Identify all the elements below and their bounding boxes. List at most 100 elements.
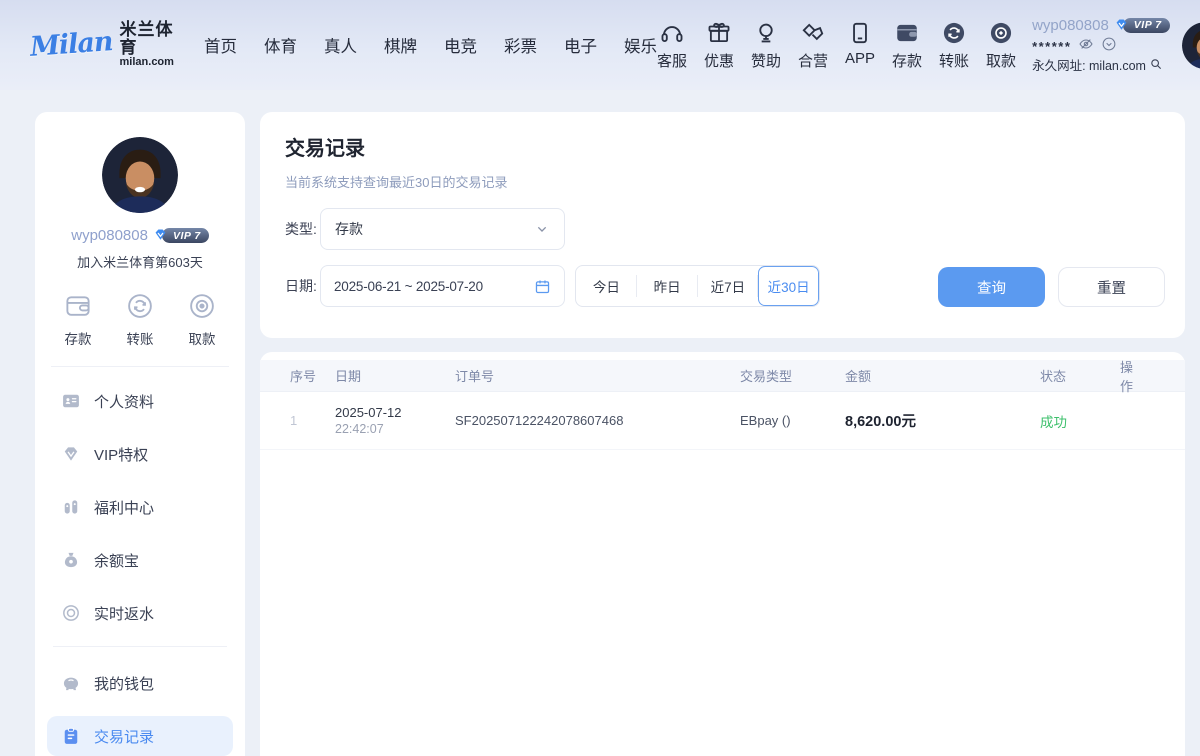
avatar[interactable] — [102, 137, 178, 213]
benefits-icon — [61, 497, 81, 517]
sidebar-item-benefits[interactable]: 福利中心 — [47, 487, 233, 527]
calendar-icon — [534, 278, 551, 295]
type-select-value: 存款 — [335, 219, 534, 239]
vip-gem-icon — [152, 227, 169, 244]
headset-icon — [659, 20, 685, 46]
row-order-number: SF202507122242078607468 — [455, 413, 740, 428]
transfer-filled-icon — [941, 20, 967, 46]
nav-item-home[interactable]: 首页 — [204, 33, 237, 57]
row-transaction-type: EBpay () — [740, 413, 845, 428]
withdraw-icon — [187, 291, 217, 321]
brand-domain: milan.com — [120, 57, 174, 69]
range-30days-button[interactable]: 近30日 — [758, 266, 819, 306]
medal-icon — [753, 20, 779, 46]
deposit-button[interactable]: 存款 — [892, 20, 922, 71]
date-quick-ranges: 今日 昨日 近7日 近30日 — [575, 265, 820, 307]
id-card-icon — [61, 391, 81, 411]
vip-level-label: VIP 7 — [1123, 18, 1170, 33]
rebate-icon — [61, 603, 81, 623]
sidebar-menu: 个人资料 VIP特权 福利中心 余额宝 实时返水 — [35, 367, 245, 756]
search-button[interactable]: 查询 — [938, 267, 1045, 307]
table-header-row: 序号 日期 订单号 交易类型 金额 状态 操作 — [260, 360, 1185, 392]
header-quick-links: 客服 优惠 赞助 合营 APP — [657, 20, 1016, 71]
type-label: 类型: — [285, 208, 317, 250]
sidebar-item-rebate[interactable]: 实时返水 — [47, 593, 233, 633]
row-amount: 8,620.00元 — [845, 410, 1040, 431]
withdraw-button[interactable]: 取款 — [986, 20, 1016, 71]
money-bag-icon — [61, 550, 81, 570]
nav-item-entertainment[interactable]: 娱乐 — [624, 33, 657, 57]
nav-item-lottery[interactable]: 彩票 — [504, 33, 537, 57]
profile-sidebar: wyp080808 VIP 7 加入米兰体育第603天 存款 转账 取款 — [35, 112, 245, 756]
nav-item-esports[interactable]: 电竞 — [444, 33, 477, 57]
app-download-button[interactable]: APP — [845, 20, 875, 67]
handshake-icon — [800, 20, 826, 46]
header-username[interactable]: wyp080808 — [1032, 17, 1109, 34]
transfer-button[interactable]: 转账 — [125, 291, 155, 348]
nav-item-cards[interactable]: 棋牌 — [384, 33, 417, 57]
vip-level-label: VIP 7 — [162, 228, 209, 243]
range-7days-button[interactable]: 近7日 — [698, 266, 759, 306]
transfer-icon — [125, 291, 155, 321]
filter-panel: 交易记录 当前系统支持查询最近30日的交易记录 类型: 存款 日期: 2025-… — [260, 112, 1185, 338]
col-header-action: 操作 — [1120, 357, 1145, 395]
date-label: 日期: — [285, 265, 317, 307]
nav-item-sports[interactable]: 体育 — [264, 33, 297, 57]
wallet-quick-actions: 存款 转账 取款 — [35, 271, 245, 366]
wallet-filled-icon — [894, 20, 920, 46]
vip-gem-icon — [1113, 17, 1130, 34]
nav-item-slots[interactable]: 电子 — [564, 33, 597, 57]
eye-off-icon[interactable] — [1078, 36, 1094, 52]
gem-icon — [61, 444, 81, 464]
row-date: 2025-07-12 — [335, 405, 455, 420]
logo-script: Milan — [29, 27, 113, 64]
range-yesterday-button[interactable]: 昨日 — [637, 266, 698, 306]
deposit-button[interactable]: 存款 — [63, 291, 93, 348]
sponsorship-button[interactable]: 赞助 — [751, 20, 781, 71]
phone-icon — [847, 20, 873, 46]
wallet-icon — [63, 291, 93, 321]
sidebar-item-profile[interactable]: 个人资料 — [47, 381, 233, 421]
brand-logo[interactable]: Milan 米兰体育 milan.com — [30, 21, 174, 68]
row-status: 成功 — [1040, 411, 1120, 431]
nav-item-live[interactable]: 真人 — [324, 33, 357, 57]
transfer-button[interactable]: 转账 — [939, 20, 969, 71]
range-today-button[interactable]: 今日 — [576, 266, 637, 306]
sidebar-item-wallet[interactable]: 我的钱包 — [47, 663, 233, 703]
col-header-amount: 金额 — [845, 366, 1040, 385]
sidebar-item-yuebao[interactable]: 余额宝 — [47, 540, 233, 580]
row-time: 22:42:07 — [335, 422, 455, 436]
row-seq: 1 — [290, 413, 335, 428]
date-range-input[interactable]: 2025-06-21 ~ 2025-07-20 — [320, 265, 565, 307]
divider — [53, 646, 227, 647]
user-info-block: wyp080808 VIP 7 ****** 永久网址: milan.com — [1032, 17, 1170, 74]
reset-button[interactable]: 重置 — [1058, 267, 1165, 307]
sidebar-username: wyp080808 — [71, 227, 148, 244]
col-header-seq: 序号 — [290, 366, 335, 385]
sidebar-item-transactions[interactable]: 交易记录 — [47, 716, 233, 756]
partnership-button[interactable]: 合营 — [798, 20, 828, 71]
clipboard-icon — [61, 726, 81, 746]
chevron-circle-icon[interactable] — [1101, 36, 1117, 52]
gift-icon — [706, 20, 732, 46]
type-select[interactable]: 存款 — [320, 208, 565, 250]
avatar[interactable] — [1182, 22, 1200, 69]
join-days-label: 加入米兰体育第603天 — [35, 252, 245, 271]
table-row: 1 2025-07-12 22:42:07 SF2025071222420786… — [260, 392, 1185, 450]
top-header: Milan 米兰体育 milan.com 首页 体育 真人 棋牌 电竞 彩票 电… — [0, 0, 1200, 90]
brand-name: 米兰体育 — [120, 21, 174, 57]
page-subtitle: 当前系统支持查询最近30日的交易记录 — [285, 172, 507, 191]
col-header-date: 日期 — [335, 366, 455, 385]
col-header-type: 交易类型 — [740, 366, 845, 385]
piggy-bank-icon — [61, 673, 81, 693]
transactions-table-panel: 序号 日期 订单号 交易类型 金额 状态 操作 1 2025-07-12 22:… — [260, 352, 1185, 756]
date-range-value: 2025-06-21 ~ 2025-07-20 — [334, 279, 534, 294]
customer-service-button[interactable]: 客服 — [657, 20, 687, 71]
vip-badge[interactable]: VIP 7 — [152, 227, 209, 244]
vip-badge[interactable]: VIP 7 — [1113, 17, 1170, 34]
promotions-button[interactable]: 优惠 — [704, 20, 734, 71]
withdraw-button[interactable]: 取款 — [187, 291, 217, 348]
magnifier-icon[interactable] — [1149, 57, 1163, 71]
sidebar-item-vip[interactable]: VIP特权 — [47, 434, 233, 474]
chevron-down-icon — [534, 221, 550, 237]
